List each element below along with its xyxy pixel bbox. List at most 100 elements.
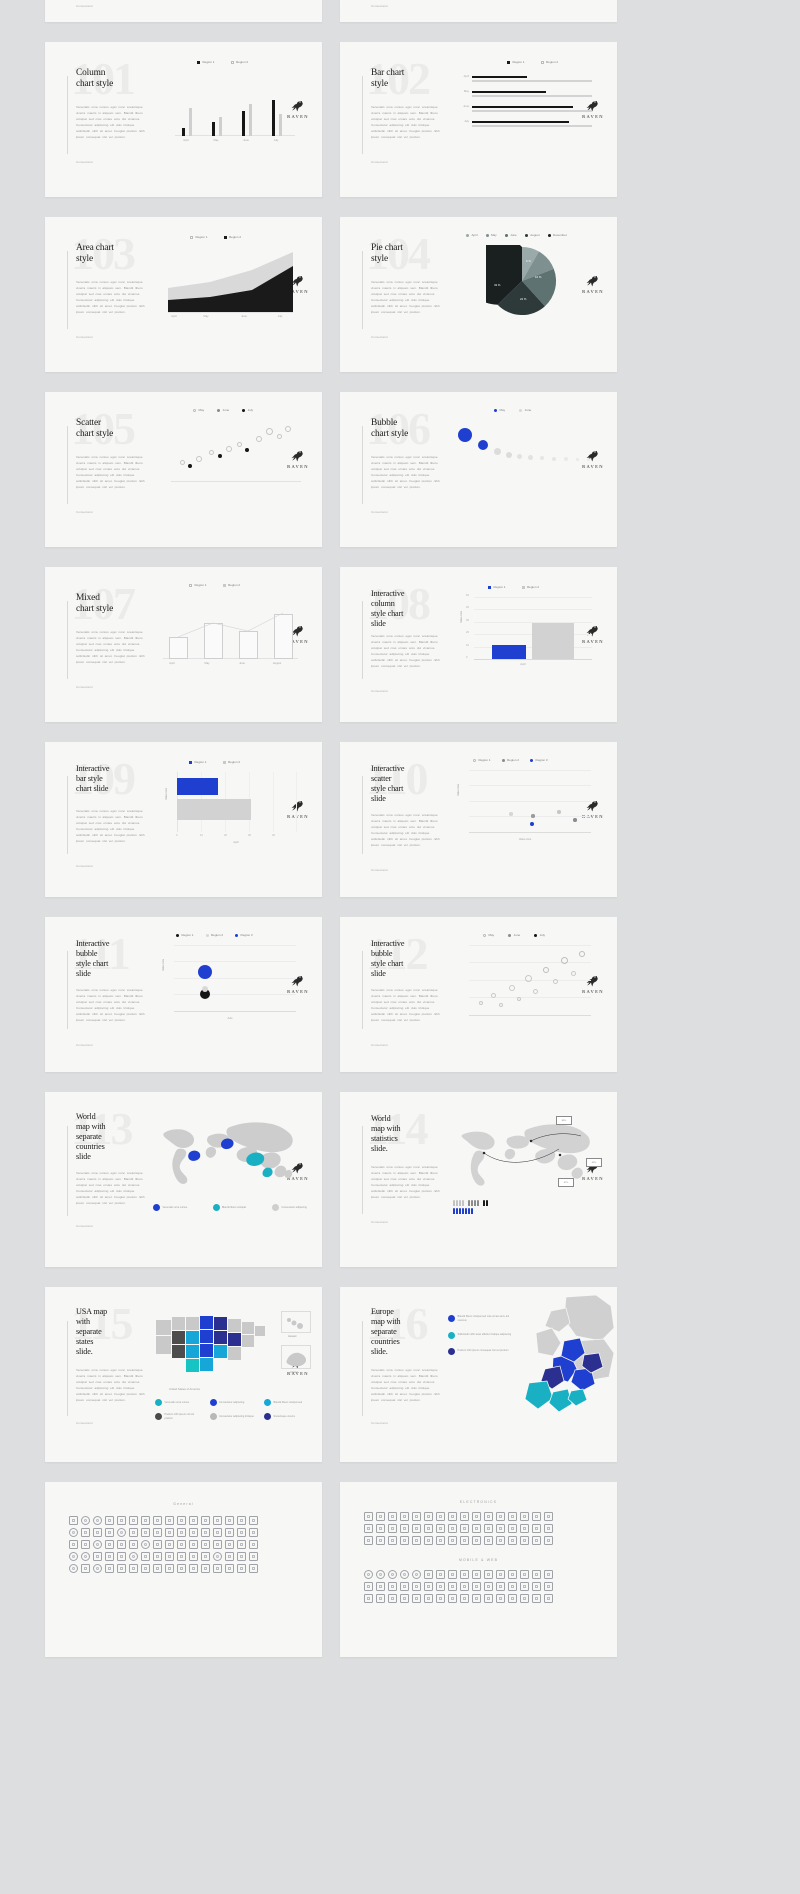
- iron-icon[interactable]: [484, 1536, 493, 1545]
- branch-icon[interactable]: [508, 1582, 517, 1591]
- menu-icon[interactable]: [460, 1570, 469, 1579]
- swipe-icon[interactable]: [376, 1594, 385, 1603]
- map-icon[interactable]: [225, 1540, 234, 1549]
- ac-icon[interactable]: [496, 1536, 505, 1545]
- unlock-icon[interactable]: [117, 1516, 126, 1525]
- toggle-icon[interactable]: [544, 1570, 553, 1579]
- monitor-icon[interactable]: [472, 1512, 481, 1521]
- drag-icon[interactable]: [484, 1594, 493, 1603]
- microphone-icon[interactable]: [364, 1512, 373, 1521]
- slide-thumbnail-110[interactable]: 110 Interactive scatter style chart slid…: [340, 742, 617, 897]
- pinch-icon[interactable]: [388, 1594, 397, 1603]
- key-icon[interactable]: [376, 1512, 385, 1521]
- area-chart[interactable]: Region 1 Region 2 April May June July: [160, 235, 305, 335]
- slide-thumbnail-106[interactable]: 106 Bubble chart style Venenatis urna cu…: [340, 392, 617, 547]
- deploy-icon[interactable]: [496, 1582, 505, 1591]
- card-icon[interactable]: [496, 1570, 505, 1579]
- bubble-chart[interactable]: May June: [452, 408, 602, 513]
- server-icon[interactable]: [153, 1564, 162, 1573]
- box-icon[interactable]: [189, 1540, 198, 1549]
- projector-icon[interactable]: [544, 1524, 553, 1533]
- sync-icon[interactable]: [448, 1582, 457, 1591]
- slide-thumbnail-118[interactable]: ELECTRONICS MOBILE & WEB: [340, 1482, 617, 1657]
- card-icon[interactable]: [129, 1540, 138, 1549]
- calculator-icon[interactable]: [105, 1564, 114, 1573]
- grid-icon[interactable]: [153, 1528, 162, 1537]
- laptop-icon[interactable]: [460, 1512, 469, 1521]
- settings-icon[interactable]: [400, 1582, 409, 1591]
- cloud-icon[interactable]: [189, 1528, 198, 1537]
- note-icon[interactable]: [153, 1516, 162, 1525]
- legend-item[interactable]: Blandit libero volutpat sed: [264, 1399, 312, 1406]
- fan-icon[interactable]: [376, 1536, 385, 1545]
- legend-item-may[interactable]: May: [494, 408, 505, 412]
- legend-item-region1[interactable]: Region 1: [190, 235, 208, 239]
- forward-icon[interactable]: [400, 1570, 409, 1579]
- slide-thumbnail-113[interactable]: 113 World map with separate countries sl…: [45, 1092, 322, 1267]
- remote-icon[interactable]: [544, 1512, 553, 1521]
- legend-item-june[interactable]: June: [508, 933, 520, 937]
- slide-thumbnail-114[interactable]: 114 World map with statistics slide. Ven…: [340, 1092, 617, 1267]
- world-map-statistics[interactable]: 85% 62% 47%: [452, 1116, 602, 1192]
- speaker-icon[interactable]: [484, 1512, 493, 1521]
- key-icon[interactable]: [129, 1564, 138, 1573]
- clipboard-icon[interactable]: [117, 1564, 126, 1573]
- sdcard-icon[interactable]: [412, 1524, 421, 1533]
- keyboard-icon[interactable]: [400, 1512, 409, 1521]
- star-icon[interactable]: [213, 1552, 222, 1561]
- paste-icon[interactable]: [189, 1552, 198, 1561]
- legend-item-june[interactable]: June: [504, 233, 517, 237]
- legend-item-region1[interactable]: Region 1: [473, 758, 491, 762]
- heart-icon[interactable]: [237, 1552, 246, 1561]
- users-icon[interactable]: [81, 1552, 90, 1561]
- send-icon[interactable]: [213, 1516, 222, 1525]
- slide-thumbnail-103[interactable]: 103 Area chart style Venenatis urna curs…: [45, 217, 322, 372]
- chat-icon[interactable]: [105, 1552, 114, 1561]
- notification-icon[interactable]: [388, 1582, 397, 1591]
- bag-icon[interactable]: [153, 1540, 162, 1549]
- interactive-column-chart[interactable]: Region 1 Region 2 Value Axis 0 10 20 30 …: [458, 585, 603, 690]
- scatter-chart[interactable]: May June July: [163, 408, 308, 513]
- help-icon[interactable]: [93, 1564, 102, 1573]
- legend-item-region2[interactable]: Region 2: [223, 235, 241, 239]
- vr-icon[interactable]: [532, 1524, 541, 1533]
- interactive-bubble-chart[interactable]: Region 1 Region 2 Region 3 Value Axis Ax…: [160, 933, 308, 1045]
- interactive-bubble-chart-2[interactable]: May June July: [455, 933, 603, 1045]
- gallery-icon[interactable]: [249, 1516, 258, 1525]
- widget-icon[interactable]: [376, 1582, 385, 1591]
- legend-item-region2[interactable]: Region 2: [230, 60, 248, 64]
- drop-icon[interactable]: [496, 1594, 505, 1603]
- user-icon[interactable]: [69, 1552, 78, 1561]
- legend-item[interactable]: Pretium nibh ipsum nisl vel pretium: [155, 1413, 203, 1421]
- camera-icon[interactable]: [93, 1528, 102, 1537]
- volume-icon[interactable]: [496, 1512, 505, 1521]
- link-icon[interactable]: [237, 1528, 246, 1537]
- legend-item-region2[interactable]: Region 2: [222, 760, 240, 764]
- terminal-icon[interactable]: [165, 1564, 174, 1573]
- warning-icon[interactable]: [81, 1564, 90, 1573]
- slide-thumbnail-117[interactable]: General: [45, 1482, 322, 1657]
- watch-icon[interactable]: [520, 1524, 529, 1533]
- legend-item-august[interactable]: August: [524, 233, 540, 237]
- cloud-sync-icon[interactable]: [460, 1582, 469, 1591]
- kettle-icon[interactable]: [448, 1536, 457, 1545]
- minimize-icon[interactable]: [448, 1594, 457, 1603]
- drone-icon[interactable]: [508, 1524, 517, 1533]
- upload-icon[interactable]: [213, 1528, 222, 1537]
- image-icon[interactable]: [237, 1516, 246, 1525]
- legend-item-june[interactable]: June: [217, 408, 229, 412]
- copy-icon[interactable]: [177, 1552, 186, 1561]
- briefcase-icon[interactable]: [225, 1564, 234, 1573]
- satellite-icon[interactable]: [496, 1524, 505, 1533]
- slide-thumbnail-101[interactable]: 101 Column chart style Venenatis urna cu…: [45, 42, 322, 197]
- legend-item-region1[interactable]: Region 1: [488, 585, 506, 589]
- phone-icon[interactable]: [249, 1564, 258, 1573]
- pie-chart-icon[interactable]: [93, 1540, 102, 1549]
- filter-icon[interactable]: [225, 1516, 234, 1525]
- legend-item-july[interactable]: July: [534, 933, 545, 937]
- washer-icon[interactable]: [400, 1536, 409, 1545]
- slide-thumbnail-116[interactable]: 116 Europe map with separate countries s…: [340, 1287, 617, 1462]
- harddrive-icon[interactable]: [400, 1524, 409, 1533]
- flashlight-icon[interactable]: [532, 1536, 541, 1545]
- globe-icon[interactable]: [249, 1540, 258, 1549]
